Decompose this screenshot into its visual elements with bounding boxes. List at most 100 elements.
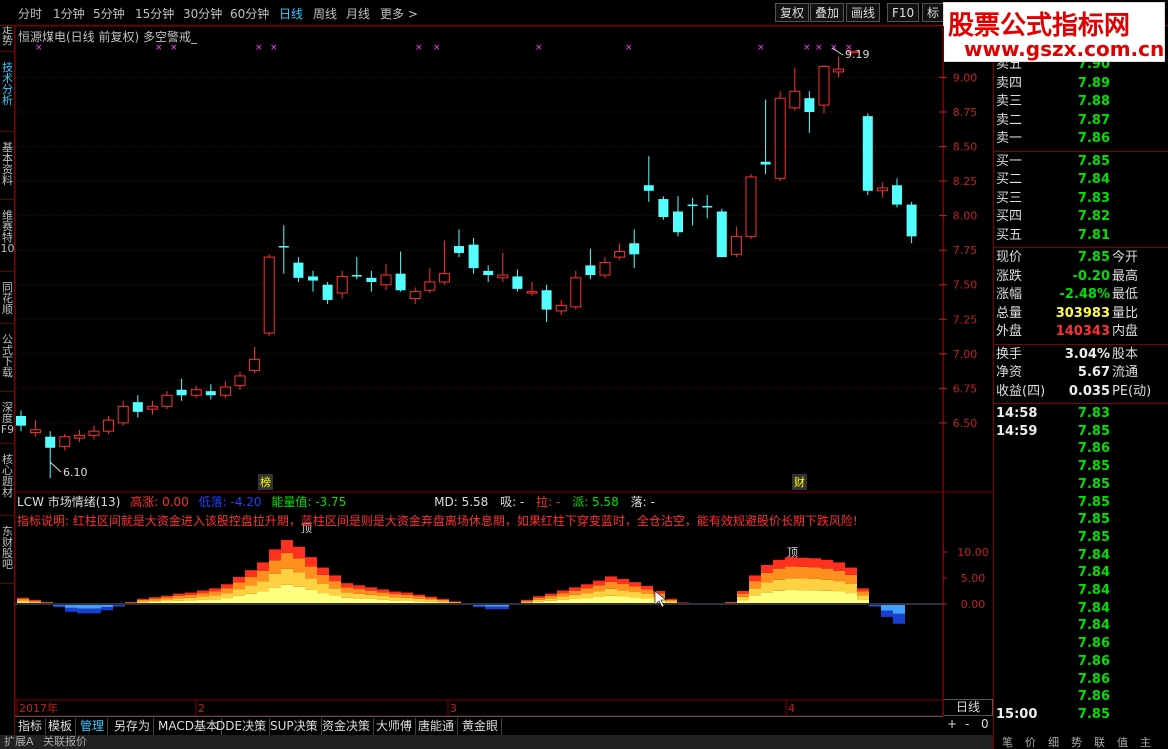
indicator-bar bbox=[749, 581, 761, 589]
indicator-bar bbox=[209, 588, 221, 592]
bottom-tab-7[interactable]: 资金决策 bbox=[319, 718, 375, 735]
separator bbox=[994, 150, 1168, 152]
f10-button[interactable]: F10 bbox=[887, 3, 920, 22]
quote-footer-tab[interactable]: 价 bbox=[1025, 734, 1036, 749]
quote-jingzi-label: 净资 bbox=[996, 365, 1023, 380]
sell-row-4-label: 卖一 bbox=[996, 131, 1023, 146]
tab-monthly[interactable]: 月线 bbox=[346, 5, 370, 22]
tick-time: 14:59 bbox=[996, 423, 1038, 439]
buy-row-0-value: 7.85 bbox=[1077, 153, 1110, 169]
indicator-bar bbox=[233, 582, 245, 590]
overlay-button[interactable]: 叠加 bbox=[810, 3, 845, 22]
zoom-reset-button[interactable]: 0 bbox=[981, 717, 989, 731]
indicator-bar bbox=[665, 601, 677, 603]
indicator-bar bbox=[233, 576, 245, 583]
watermark-line2: www.gszx.com.cn bbox=[964, 37, 1165, 61]
tab-more[interactable]: 更多 > bbox=[380, 5, 418, 22]
quote-footer-tab[interactable]: 值 bbox=[1117, 734, 1128, 749]
bottom-tab-8[interactable]: 大师傅 bbox=[373, 718, 417, 735]
tab-weekly[interactable]: 周线 bbox=[313, 5, 337, 22]
bottom-tab-5[interactable]: DDE决策 bbox=[213, 718, 271, 735]
tick-row: 7.85 bbox=[996, 529, 1166, 547]
indicator-bar bbox=[533, 596, 545, 598]
quote-footer-tab[interactable]: 联 bbox=[1094, 734, 1105, 749]
left-tab-1[interactable]: 技术分析 bbox=[0, 60, 15, 132]
left-tab-bar: 分时走势技术分析基本资料维赛特10同花顺公式下载深度F9核心题材东财股吧 bbox=[0, 0, 15, 749]
indicator-bar bbox=[305, 557, 317, 567]
tab-15min[interactable]: 15分钟 bbox=[135, 5, 174, 22]
status-left[interactable]: 扩展A bbox=[4, 735, 34, 748]
indicator-bar bbox=[329, 575, 341, 582]
indicator-bar bbox=[569, 594, 581, 600]
bottom-tab-1[interactable]: 模板 bbox=[45, 718, 77, 735]
left-tab-3[interactable]: 维赛特10 bbox=[0, 208, 15, 272]
bottom-tab-2[interactable]: 管理 bbox=[77, 718, 109, 735]
indicator-bar bbox=[29, 601, 41, 603]
left-tab-5[interactable]: 公式下载 bbox=[0, 332, 15, 392]
left-tab-7[interactable]: 核心题材 bbox=[0, 452, 15, 516]
indicator-bar bbox=[569, 590, 581, 595]
draw-button[interactable]: 画线 bbox=[846, 3, 881, 22]
indicator-bar bbox=[65, 607, 77, 612]
tab-5min[interactable]: 5分钟 bbox=[93, 5, 125, 22]
tab-1min[interactable]: 1分钟 bbox=[53, 5, 85, 22]
tick-price: 7.84 bbox=[1077, 547, 1110, 563]
bottom-tab-3[interactable]: 另存为 bbox=[111, 718, 155, 735]
bottom-tab-4[interactable]: MACD基本 bbox=[155, 718, 222, 735]
indicator-bar bbox=[377, 592, 389, 596]
indicator-bar bbox=[125, 602, 137, 603]
left-tab-6[interactable]: 深度F9 bbox=[0, 400, 15, 444]
tab-fenshi[interactable]: 分时 bbox=[18, 5, 42, 22]
left-tab-8[interactable]: 东财股吧 bbox=[0, 524, 15, 584]
zoom-out-button[interactable]: - bbox=[965, 717, 969, 731]
left-tab-4[interactable]: 同花顺 bbox=[0, 280, 15, 324]
quote-zongliang-right: 量比 bbox=[1112, 305, 1139, 321]
indicator-bar bbox=[137, 598, 149, 600]
zoom-in-button[interactable]: + bbox=[947, 717, 957, 731]
status-right[interactable]: 关联报价 bbox=[43, 735, 87, 748]
x-axis-label: 4 bbox=[788, 702, 795, 715]
indicator-bar bbox=[737, 591, 749, 594]
left-tab-2[interactable]: 基本资料 bbox=[0, 140, 15, 200]
tab-60min[interactable]: 60分钟 bbox=[230, 5, 269, 22]
buy-row-2-label: 买三 bbox=[996, 190, 1023, 206]
quote-footer-tab[interactable]: 主 bbox=[1140, 734, 1151, 749]
tab-daily[interactable]: 日线 bbox=[279, 5, 303, 22]
bottom-tab-6[interactable]: SUP决策 bbox=[267, 718, 322, 735]
status-bar: 扩展A 关联报价 bbox=[0, 735, 993, 749]
bottom-tab-9[interactable]: 唐能通 bbox=[415, 718, 459, 735]
price-chart-area[interactable]: ××××××××××××××9.196.10 顶顶2017年234 9.008.… bbox=[15, 26, 943, 716]
separator bbox=[994, 343, 1168, 345]
fuquan-button[interactable]: 复权 bbox=[775, 3, 810, 22]
x-axis-label: 2017年 bbox=[19, 701, 58, 715]
tick-price: 7.83 bbox=[1077, 406, 1110, 421]
mark-button[interactable]: 标 bbox=[922, 3, 945, 22]
indicator-luo: 落: - bbox=[630, 495, 655, 509]
indicator-bar bbox=[29, 600, 41, 602]
bottom-tab-0[interactable]: 指标 bbox=[15, 718, 47, 735]
candle bbox=[263, 254, 275, 336]
x-axis-label: 2 bbox=[198, 702, 205, 715]
indicator-bar bbox=[845, 593, 857, 604]
signal-marker: × bbox=[815, 43, 823, 53]
price-axis-label: 8.75 bbox=[953, 106, 978, 119]
signal-marker: × bbox=[535, 43, 543, 53]
signal-marker: × bbox=[830, 43, 838, 53]
indicator-bar bbox=[413, 598, 425, 602]
indicator-bar bbox=[737, 593, 749, 597]
bottom-tab-10[interactable]: 黄金眼 bbox=[459, 718, 503, 735]
tick-price: 7.85 bbox=[1077, 423, 1110, 439]
tick-price: 7.85 bbox=[1077, 494, 1110, 510]
quote-footer-tab[interactable]: 笔 bbox=[1002, 734, 1013, 749]
indicator-bar bbox=[269, 573, 281, 588]
indicator-bar bbox=[149, 597, 161, 599]
buy-row-4-value: 7.81 bbox=[1077, 227, 1110, 243]
tab-30min[interactable]: 30分钟 bbox=[183, 5, 222, 22]
indicator-bar bbox=[773, 590, 785, 604]
quote-footer-tab[interactable]: 细 bbox=[1048, 734, 1059, 749]
tick-row: 7.85 bbox=[996, 476, 1166, 494]
quote-waipan-label: 外盘 bbox=[996, 324, 1023, 339]
quote-footer-tab[interactable]: 势 bbox=[1071, 734, 1082, 749]
indicator-bar bbox=[629, 591, 641, 598]
indicator-bar bbox=[161, 595, 173, 598]
